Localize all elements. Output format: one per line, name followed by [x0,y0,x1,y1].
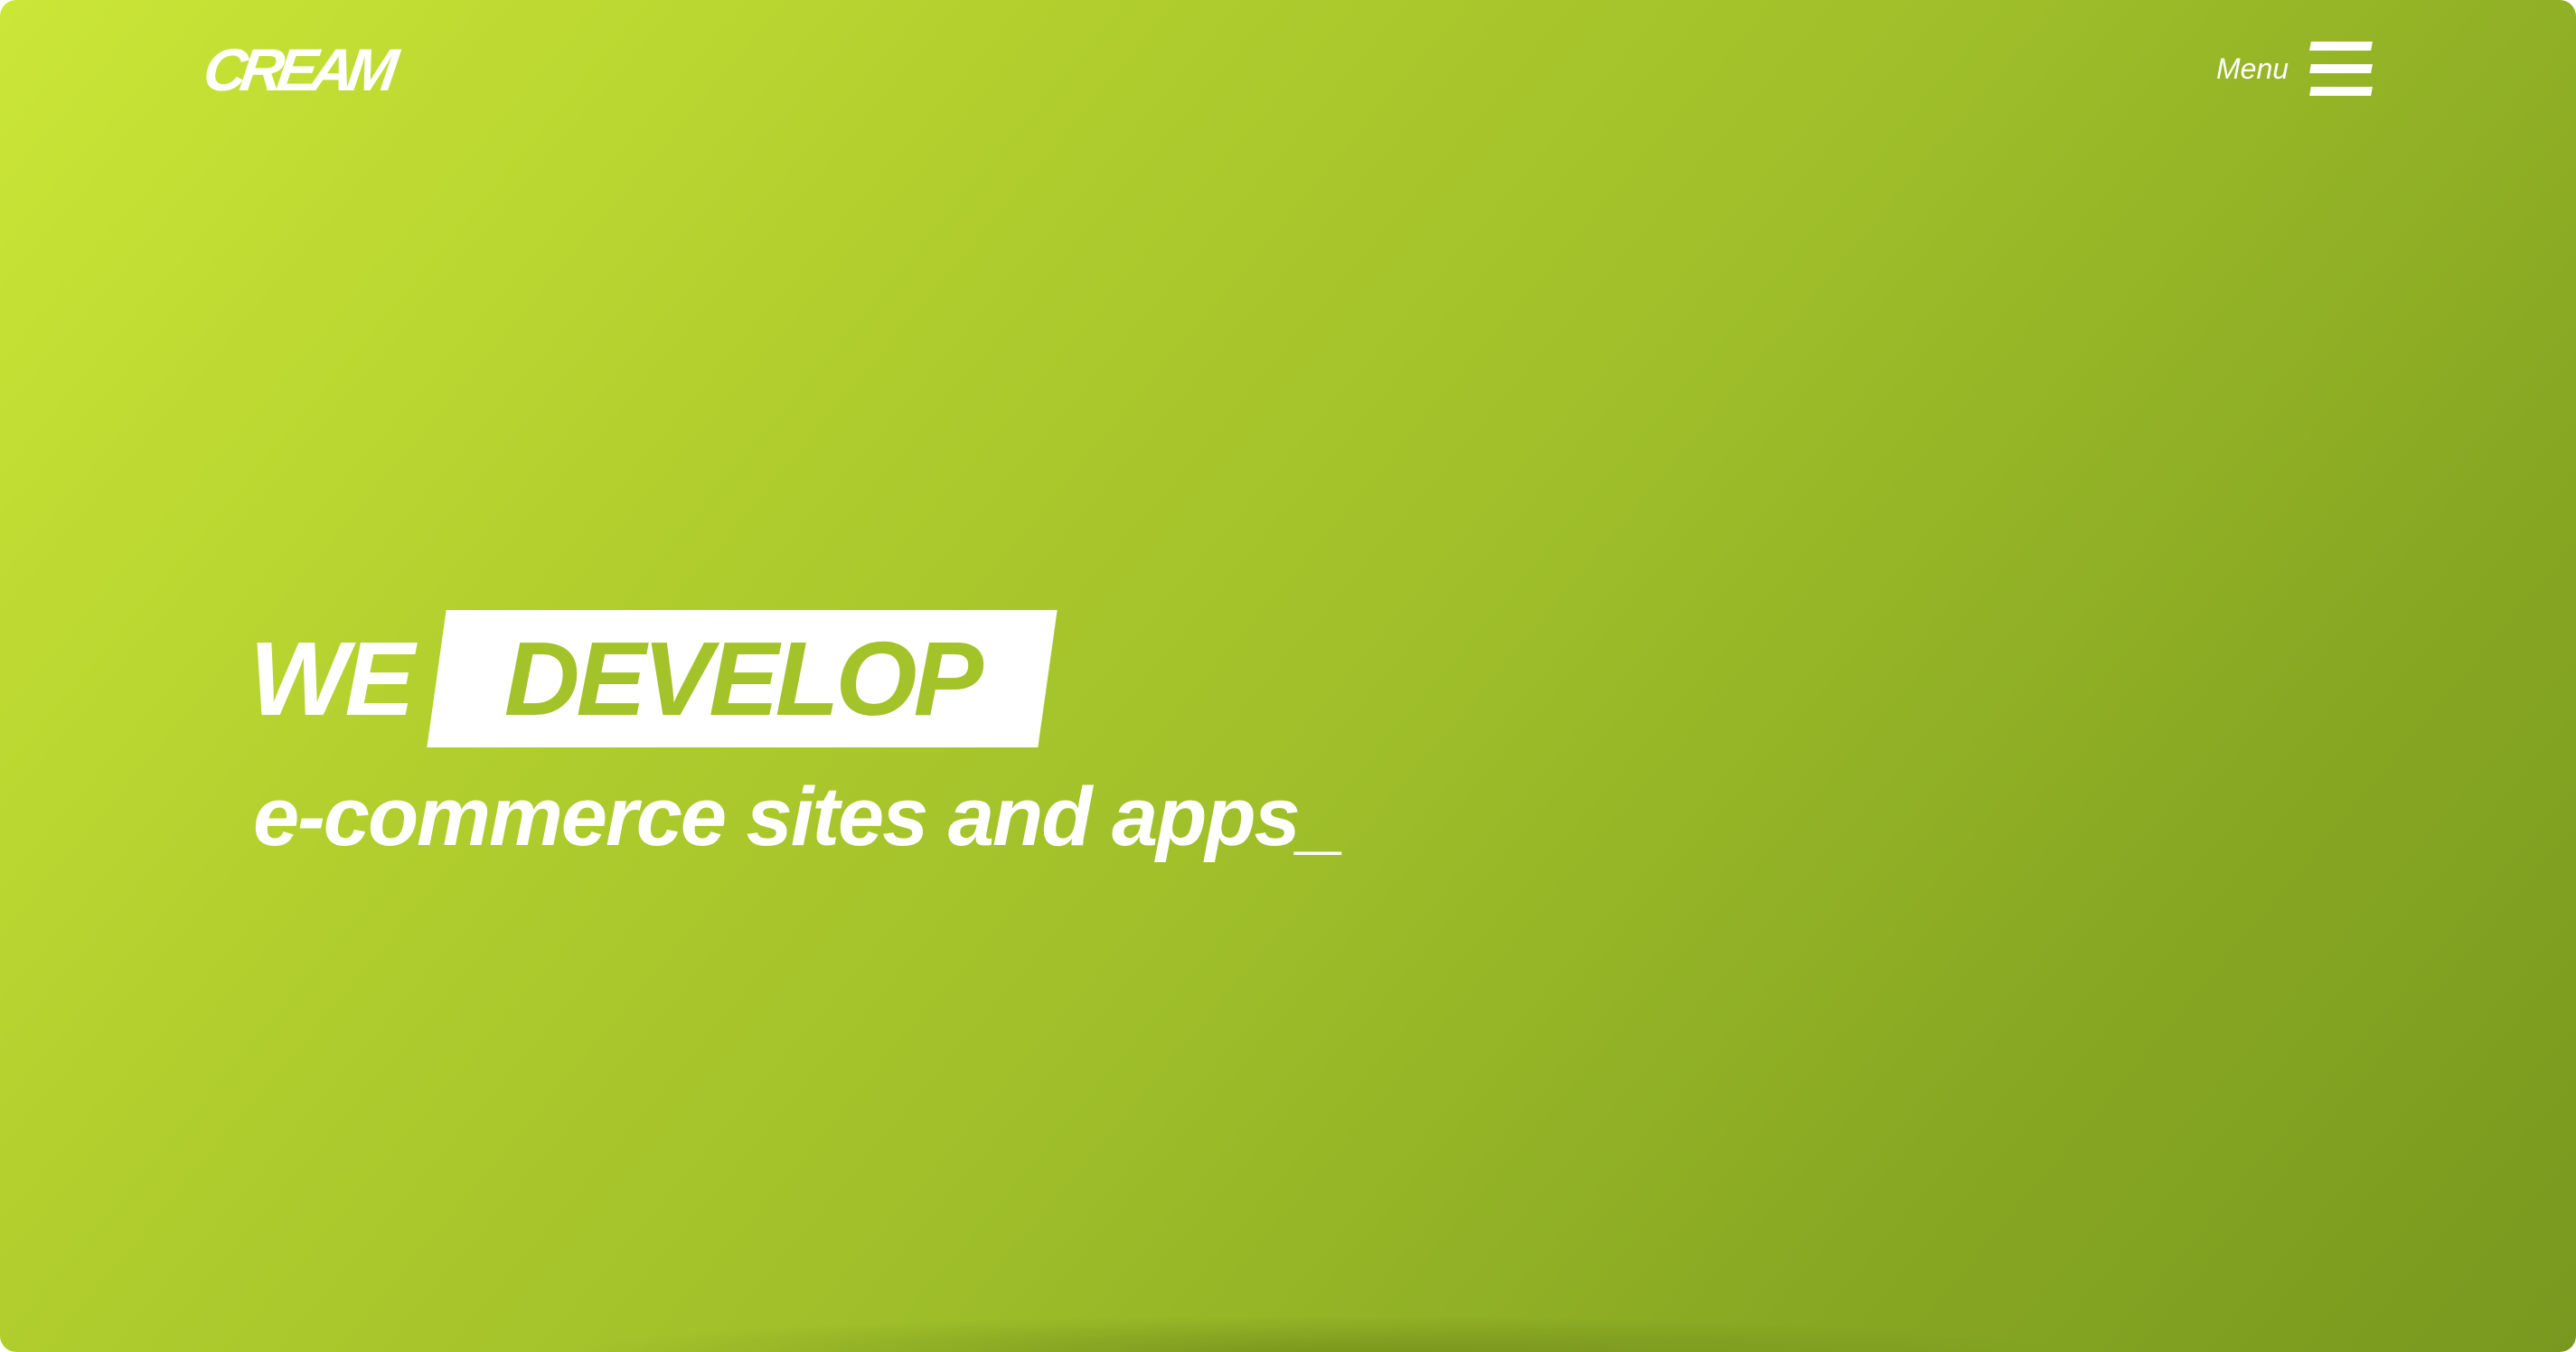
hamburger-icon[interactable] [2309,42,2373,96]
headline-highlight-box: DEVELOP [437,610,1048,747]
menu-button[interactable]: Menu [2216,42,2373,96]
headline-prefix: WE [249,620,415,737]
hero-subheadline: e-commerce sites and apps_ [253,771,1345,863]
hamburger-line [2309,87,2373,96]
hamburger-line [2309,64,2373,73]
hamburger-line [2309,42,2373,51]
hero-headline: WE DEVELOP [249,610,1048,747]
hero-page: CREAM Menu WE DEVELOP e-commerce sites a… [0,0,2576,1352]
menu-label: Menu [2216,52,2289,85]
headline-highlight: DEVELOP [503,620,983,737]
cream-logo[interactable]: CREAM [200,36,396,103]
